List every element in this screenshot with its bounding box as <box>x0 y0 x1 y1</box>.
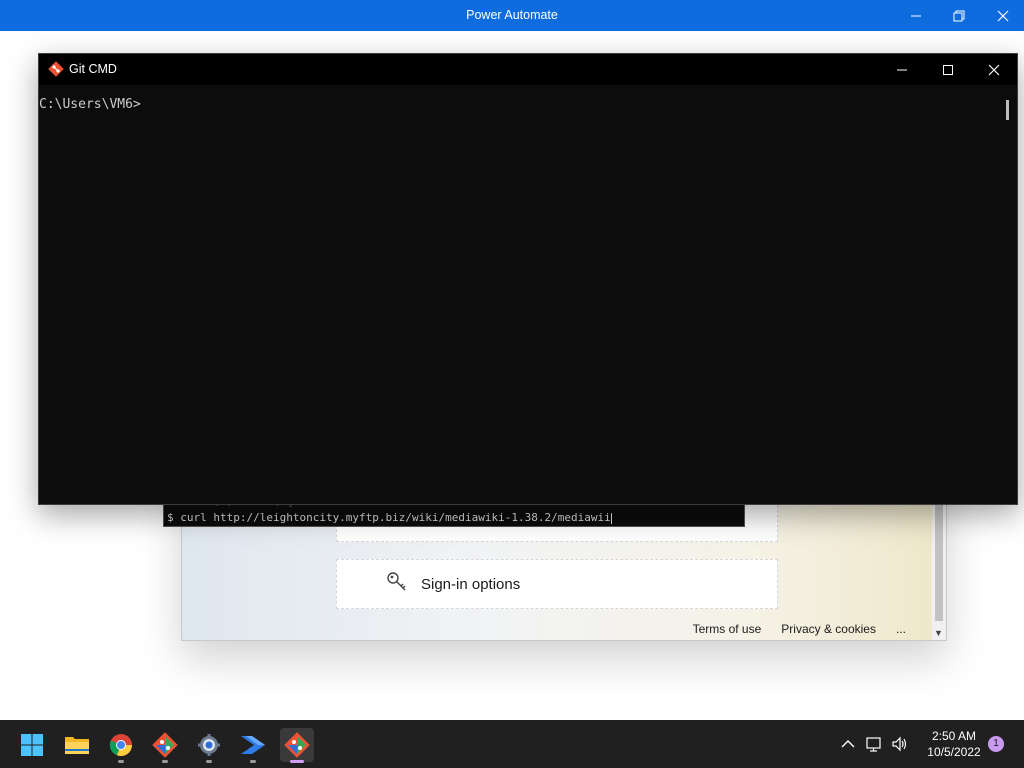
running-indicator <box>118 760 124 763</box>
git-maximize-button[interactable] <box>925 54 971 85</box>
settings-icon <box>198 734 220 756</box>
git-cmd-icon <box>284 732 310 758</box>
git-minimize-button[interactable] <box>879 54 925 85</box>
command-prompt: C:\Users\VM6> <box>39 97 141 112</box>
minimize-icon <box>897 69 907 70</box>
git-cmd-window[interactable]: Git CMD C:\Users\VM6> <box>38 53 1018 505</box>
active-indicator <box>290 760 304 763</box>
scroll-down-icon[interactable]: ▼ <box>934 628 943 638</box>
running-indicator <box>206 760 212 763</box>
settings-button[interactable] <box>192 728 226 763</box>
network-button[interactable] <box>863 720 887 768</box>
git-gui-icon <box>152 732 178 758</box>
git-icon <box>48 61 64 77</box>
git-close-button[interactable] <box>971 54 1017 85</box>
chrome-button[interactable] <box>104 728 138 763</box>
git-scrollbar[interactable] <box>1001 85 1017 504</box>
close-button[interactable] <box>980 0 1024 31</box>
key-icon <box>385 570 409 599</box>
close-icon <box>988 64 1000 75</box>
scrollbar-thumb[interactable] <box>935 496 943 621</box>
network-icon <box>866 737 881 752</box>
privacy-cookies-link[interactable]: Privacy & cookies <box>781 622 876 636</box>
background-terminal: MINGW64 /c/Windows/system32 $ curl http:… <box>163 497 745 527</box>
power-automate-icon <box>241 736 265 754</box>
terminal-command-text: $ curl http://leightoncity.myftp.biz/wik… <box>167 511 611 524</box>
git-cmd-taskbar-button[interactable] <box>280 728 314 763</box>
restore-icon <box>953 10 965 21</box>
power-automate-titlebar: Power Automate <box>0 0 1024 31</box>
git-cmd-title: Git CMD <box>69 62 117 76</box>
more-options-button[interactable]: ... <box>896 622 906 636</box>
show-hidden-icons-button[interactable] <box>836 720 860 768</box>
file-explorer-icon <box>65 737 89 754</box>
signin-options-label: Sign-in options <box>421 575 521 593</box>
terminal-output[interactable]: C:\Users\VM6> <box>39 85 1001 504</box>
login-footer: Terms of use Privacy & cookies ... <box>693 622 906 636</box>
volume-button[interactable] <box>888 720 912 768</box>
taskbar: 2:50 AM 10/5/2022 <box>0 720 1024 768</box>
power-automate-title: Power Automate <box>466 8 558 22</box>
minimize-icon <box>911 15 921 16</box>
git-cmd-titlebar[interactable]: Git CMD <box>39 54 1017 85</box>
terminal-cursor <box>610 512 612 524</box>
restore-button[interactable] <box>936 0 982 31</box>
running-indicator <box>250 760 256 763</box>
file-explorer-button[interactable] <box>60 728 94 762</box>
running-indicator <box>162 760 168 763</box>
clock-date: 10/5/2022 <box>927 745 981 759</box>
notification-badge[interactable]: 1 <box>988 736 1004 752</box>
git-gui-button[interactable] <box>148 728 182 763</box>
close-icon <box>997 10 1009 21</box>
signin-options-button[interactable]: Sign-in options <box>336 559 778 609</box>
volume-icon <box>892 736 907 752</box>
terms-of-use-link[interactable]: Terms of use <box>693 622 762 636</box>
clock[interactable]: 2:50 AM 10/5/2022 <box>918 728 990 760</box>
scrollbar-thumb[interactable] <box>1006 100 1009 120</box>
clock-time: 2:50 AM <box>931 729 977 743</box>
windows-start-icon <box>21 734 43 756</box>
chevron-up-icon <box>841 740 855 748</box>
terminal-command-line: $ curl http://leightoncity.myftp.biz/wik… <box>167 511 612 524</box>
power-automate-button[interactable] <box>236 728 270 763</box>
maximize-icon <box>943 64 953 75</box>
start-button[interactable] <box>15 728 49 762</box>
chrome-icon <box>109 734 133 757</box>
minimize-button[interactable] <box>893 0 939 31</box>
